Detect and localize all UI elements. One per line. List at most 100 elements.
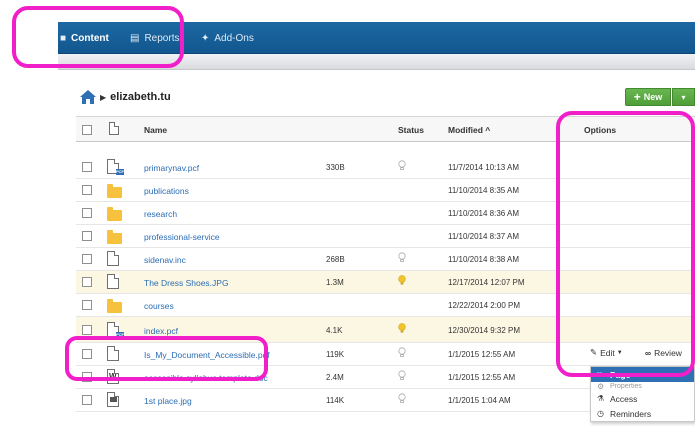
page-icon: □ [597, 370, 602, 379]
modified-date: 12/22/2014 2:00 PM [448, 301, 521, 310]
edit-dropdown-button[interactable]: ✎ Edit ▼ [590, 343, 623, 362]
sub-toolbar [58, 54, 695, 70]
folder-icon [107, 207, 122, 221]
new-button[interactable]: + New [625, 88, 671, 106]
gear-icon: ⚙ [597, 382, 605, 391]
review-label: Review [654, 347, 682, 358]
status-off-icon [398, 393, 406, 403]
folder-name-link[interactable]: professional-service [144, 232, 220, 242]
row-checkbox[interactable] [82, 254, 92, 264]
word-file-icon: W [107, 369, 119, 384]
home-icon[interactable] [80, 90, 96, 104]
file-name-link[interactable]: 1st place.jpg [144, 396, 192, 406]
modified-date: 11/10/2014 8:38 AM [448, 255, 520, 264]
file-name-link[interactable]: Is_My_Document_Accessible.pdf [144, 350, 270, 360]
tab-reports-label: Reports [144, 32, 180, 44]
new-button-label: New [643, 92, 663, 102]
row-checkbox[interactable] [82, 372, 92, 382]
file-name-link[interactable]: accessible syllabus template.doc [144, 373, 268, 383]
modified-date: 11/7/2014 10:13 AM [448, 163, 520, 172]
tab-add-ons-label: Add-Ons [214, 32, 254, 44]
file-name-link[interactable]: sidenav.inc [144, 255, 186, 265]
modified-date: 1/1/2015 1:04 AM [448, 396, 511, 405]
column-options: Options [584, 125, 617, 135]
folder-name-link[interactable]: courses [144, 301, 174, 311]
file-name-link[interactable]: index.pcf [144, 326, 178, 336]
edit-label: Edit [600, 347, 615, 358]
tab-add-ons[interactable]: ✦ Add-Ons [201, 22, 254, 54]
column-status[interactable]: Status [398, 125, 424, 135]
menu-item-properties[interactable]: ⚙ Properties [591, 382, 694, 391]
status-off-icon [398, 370, 406, 380]
table-row[interactable]: courses 12/22/2014 2:00 PM [76, 294, 695, 317]
row-checkbox[interactable] [82, 162, 92, 172]
table-row[interactable]: sidenav.inc 268B 11/10/2014 8:38 AM [76, 248, 695, 271]
folder-name-link[interactable]: publications [144, 186, 189, 196]
row-checkbox[interactable] [82, 231, 92, 241]
pcf-file-icon: PCF [107, 159, 124, 175]
breadcrumb-current[interactable]: elizabeth.tu [110, 91, 171, 103]
new-dropdown-button[interactable]: ▾ [672, 88, 695, 106]
table-row[interactable]: research 11/10/2014 8:36 AM [76, 202, 695, 225]
tab-content[interactable]: ■ Content [58, 22, 109, 54]
modified-date: 11/10/2014 8:36 AM [448, 209, 520, 218]
cms-content-browser: ■ Content ▤ Reports ✦ Add-Ons ▶ elizabet… [0, 0, 695, 447]
table-row[interactable]: publications 11/10/2014 8:35 AM [76, 179, 695, 202]
row-checkbox[interactable] [82, 325, 92, 335]
row-checkbox[interactable] [82, 277, 92, 287]
modified-date: 11/10/2014 8:35 AM [448, 186, 520, 195]
menu-item-page[interactable]: □ Page [591, 367, 694, 382]
column-name[interactable]: Name [144, 125, 167, 135]
file-type-header-icon [109, 122, 119, 135]
column-modified[interactable]: Modified ^ [448, 125, 490, 135]
review-dropdown-button[interactable]: ∞ Review [645, 343, 682, 362]
file-size: 119K [326, 350, 345, 359]
modified-date: 11/10/2014 8:37 AM [448, 232, 520, 241]
file-size: 2.4M [326, 373, 344, 382]
key-icon: ⚗ [597, 394, 605, 403]
folder-icon [107, 230, 122, 244]
pdf-file-icon [107, 346, 119, 361]
menu-item-access[interactable]: ⚗ Access [591, 391, 694, 406]
menu-item-properties-label: Properties [610, 383, 642, 390]
table-row[interactable]: The Dress Shoes.JPG 1.3M 12/17/2014 12:0… [76, 271, 695, 294]
table-row[interactable]: PCF index.pcf 4.1K 12/30/2014 9:32 PM [76, 317, 695, 343]
edit-dropdown-menu: □ Page ⚙ Properties ⚗ Access ◷ Reminders [590, 366, 695, 422]
file-name-link[interactable]: primarynav.pcf [144, 163, 199, 173]
select-all-checkbox[interactable] [82, 125, 92, 135]
status-on-icon [398, 323, 406, 333]
glasses-icon: ∞ [645, 347, 652, 358]
folder-icon [107, 184, 122, 198]
top-bar: ■ Content ▤ Reports ✦ Add-Ons [0, 0, 695, 70]
modified-date: 1/1/2015 12:55 AM [448, 350, 516, 359]
puzzle-icon: ✦ [201, 32, 210, 44]
caret-down-icon: ▼ [616, 349, 623, 356]
breadcrumb-arrow-icon: ▶ [100, 92, 107, 102]
breadcrumb: ▶ elizabeth.tu [80, 89, 171, 105]
status-off-icon [398, 252, 406, 262]
table-row[interactable]: PCF primarynav.pcf 330B 11/7/2014 10:13 … [76, 156, 695, 179]
row-checkbox[interactable] [82, 395, 92, 405]
status-off-icon [398, 160, 406, 170]
table-row[interactable]: professional-service 11/10/2014 8:37 AM [76, 225, 695, 248]
image-file-icon [107, 392, 119, 407]
row-checkbox[interactable] [82, 349, 92, 359]
pcf-file-icon: PCF [107, 322, 124, 338]
file-size: 268B [326, 255, 345, 264]
row-checkbox[interactable] [82, 185, 92, 195]
file-name-link[interactable]: The Dress Shoes.JPG [144, 278, 229, 288]
tab-reports[interactable]: ▤ Reports [130, 22, 179, 54]
report-icon: ▤ [130, 32, 140, 44]
menu-item-page-label: Page [610, 369, 631, 380]
row-checkbox[interactable] [82, 208, 92, 218]
pencil-icon: ✎ [590, 347, 598, 357]
clock-icon: ◷ [597, 409, 604, 418]
plus-icon: + [633, 90, 641, 104]
folder-name-link[interactable]: research [144, 209, 177, 219]
main-nav: ■ Content ▤ Reports ✦ Add-Ons [58, 22, 695, 54]
modified-date: 12/30/2014 9:32 PM [448, 326, 521, 335]
row-checkbox[interactable] [82, 300, 92, 310]
file-size: 1.3M [326, 278, 344, 287]
menu-item-reminders[interactable]: ◷ Reminders [591, 406, 694, 421]
file-icon [107, 274, 119, 289]
